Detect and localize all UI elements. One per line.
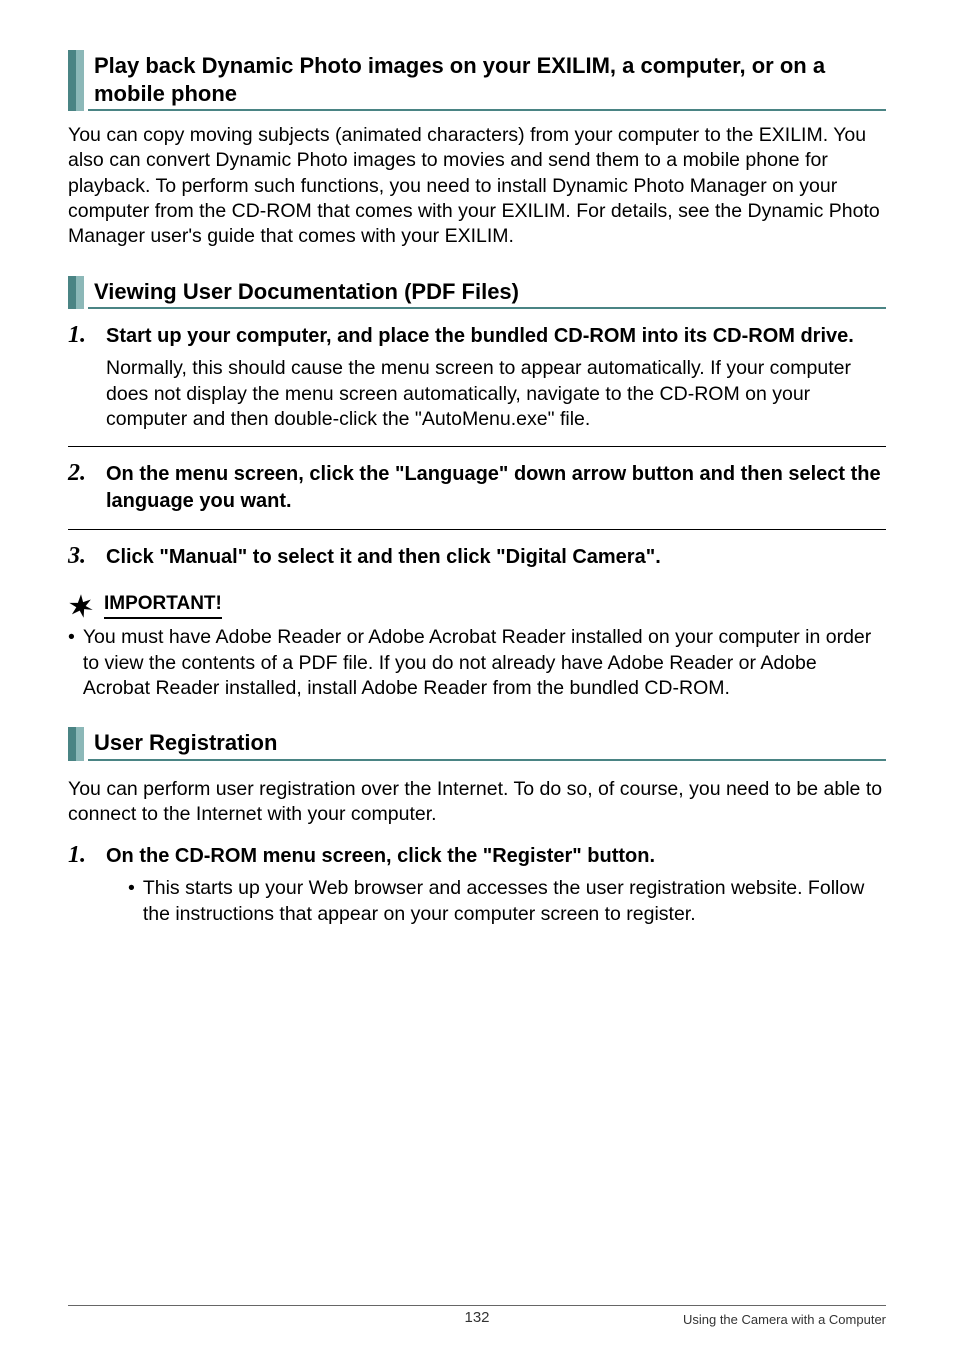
- important-callout: IMPORTANT!: [68, 593, 886, 619]
- step-number: 1.: [68, 323, 100, 347]
- section-header-user-reg: User Registration: [68, 727, 886, 761]
- section-title-pdf: Viewing User Documentation (PDF Files): [88, 276, 886, 310]
- important-bullet: • You must have Adobe Reader or Adobe Ac…: [68, 625, 886, 701]
- step-divider: [68, 529, 886, 530]
- section-title-dynamic-photo: Play back Dynamic Photo images on your E…: [88, 50, 886, 111]
- important-star-icon: [68, 593, 94, 619]
- step-title: On the menu screen, click the "Language"…: [106, 461, 886, 515]
- accent-bar-dark: [68, 727, 76, 761]
- accent-bar-light: [76, 50, 84, 111]
- important-label: IMPORTANT!: [104, 593, 222, 619]
- step-body: Normally, this should cause the menu scr…: [106, 356, 886, 432]
- step-title: Start up your computer, and place the bu…: [106, 323, 886, 350]
- section-body-dynamic-photo: You can copy moving subjects (animated c…: [68, 123, 886, 250]
- footer-divider: [68, 1305, 886, 1306]
- step-number: 2.: [68, 461, 100, 485]
- section-header-dynamic-photo: Play back Dynamic Photo images on your E…: [68, 50, 886, 111]
- section-accent-bars: [68, 276, 84, 310]
- step-title: Click "Manual" to select it and then cli…: [106, 544, 886, 571]
- page-container: Play back Dynamic Photo images on your E…: [0, 0, 954, 1357]
- important-bullet-text: You must have Adobe Reader or Adobe Acro…: [83, 625, 886, 701]
- page-footer: 132 Using the Camera with a Computer: [0, 1305, 954, 1327]
- section-accent-bars: [68, 50, 84, 111]
- step-number: 1.: [68, 843, 100, 867]
- page-number: 132: [0, 1309, 954, 1326]
- footer-row: 132 Using the Camera with a Computer: [68, 1312, 886, 1327]
- bullet-dot: •: [68, 625, 75, 650]
- accent-bar-light: [76, 276, 84, 310]
- step-number: 3.: [68, 544, 100, 568]
- step-register-1: 1. On the CD-ROM menu screen, click the …: [68, 843, 886, 870]
- section-body-user-reg: You can perform user registration over t…: [68, 777, 886, 828]
- accent-bar-dark: [68, 276, 76, 310]
- step-divider: [68, 446, 886, 447]
- step-1: 1. Start up your computer, and place the…: [68, 323, 886, 350]
- section-header-pdf: Viewing User Documentation (PDF Files): [68, 276, 886, 310]
- accent-bar-dark: [68, 50, 76, 111]
- bullet-dot: •: [128, 876, 135, 901]
- step-3: 3. Click "Manual" to select it and then …: [68, 544, 886, 571]
- step-sub-bullet: • This starts up your Web browser and ac…: [128, 876, 886, 927]
- step-sub-bullet-text: This starts up your Web browser and acce…: [143, 876, 886, 927]
- accent-bar-light: [76, 727, 84, 761]
- step-2: 2. On the menu screen, click the "Langua…: [68, 461, 886, 515]
- step-title: On the CD-ROM menu screen, click the "Re…: [106, 843, 886, 870]
- section-accent-bars: [68, 727, 84, 761]
- section-title-user-reg: User Registration: [88, 727, 886, 761]
